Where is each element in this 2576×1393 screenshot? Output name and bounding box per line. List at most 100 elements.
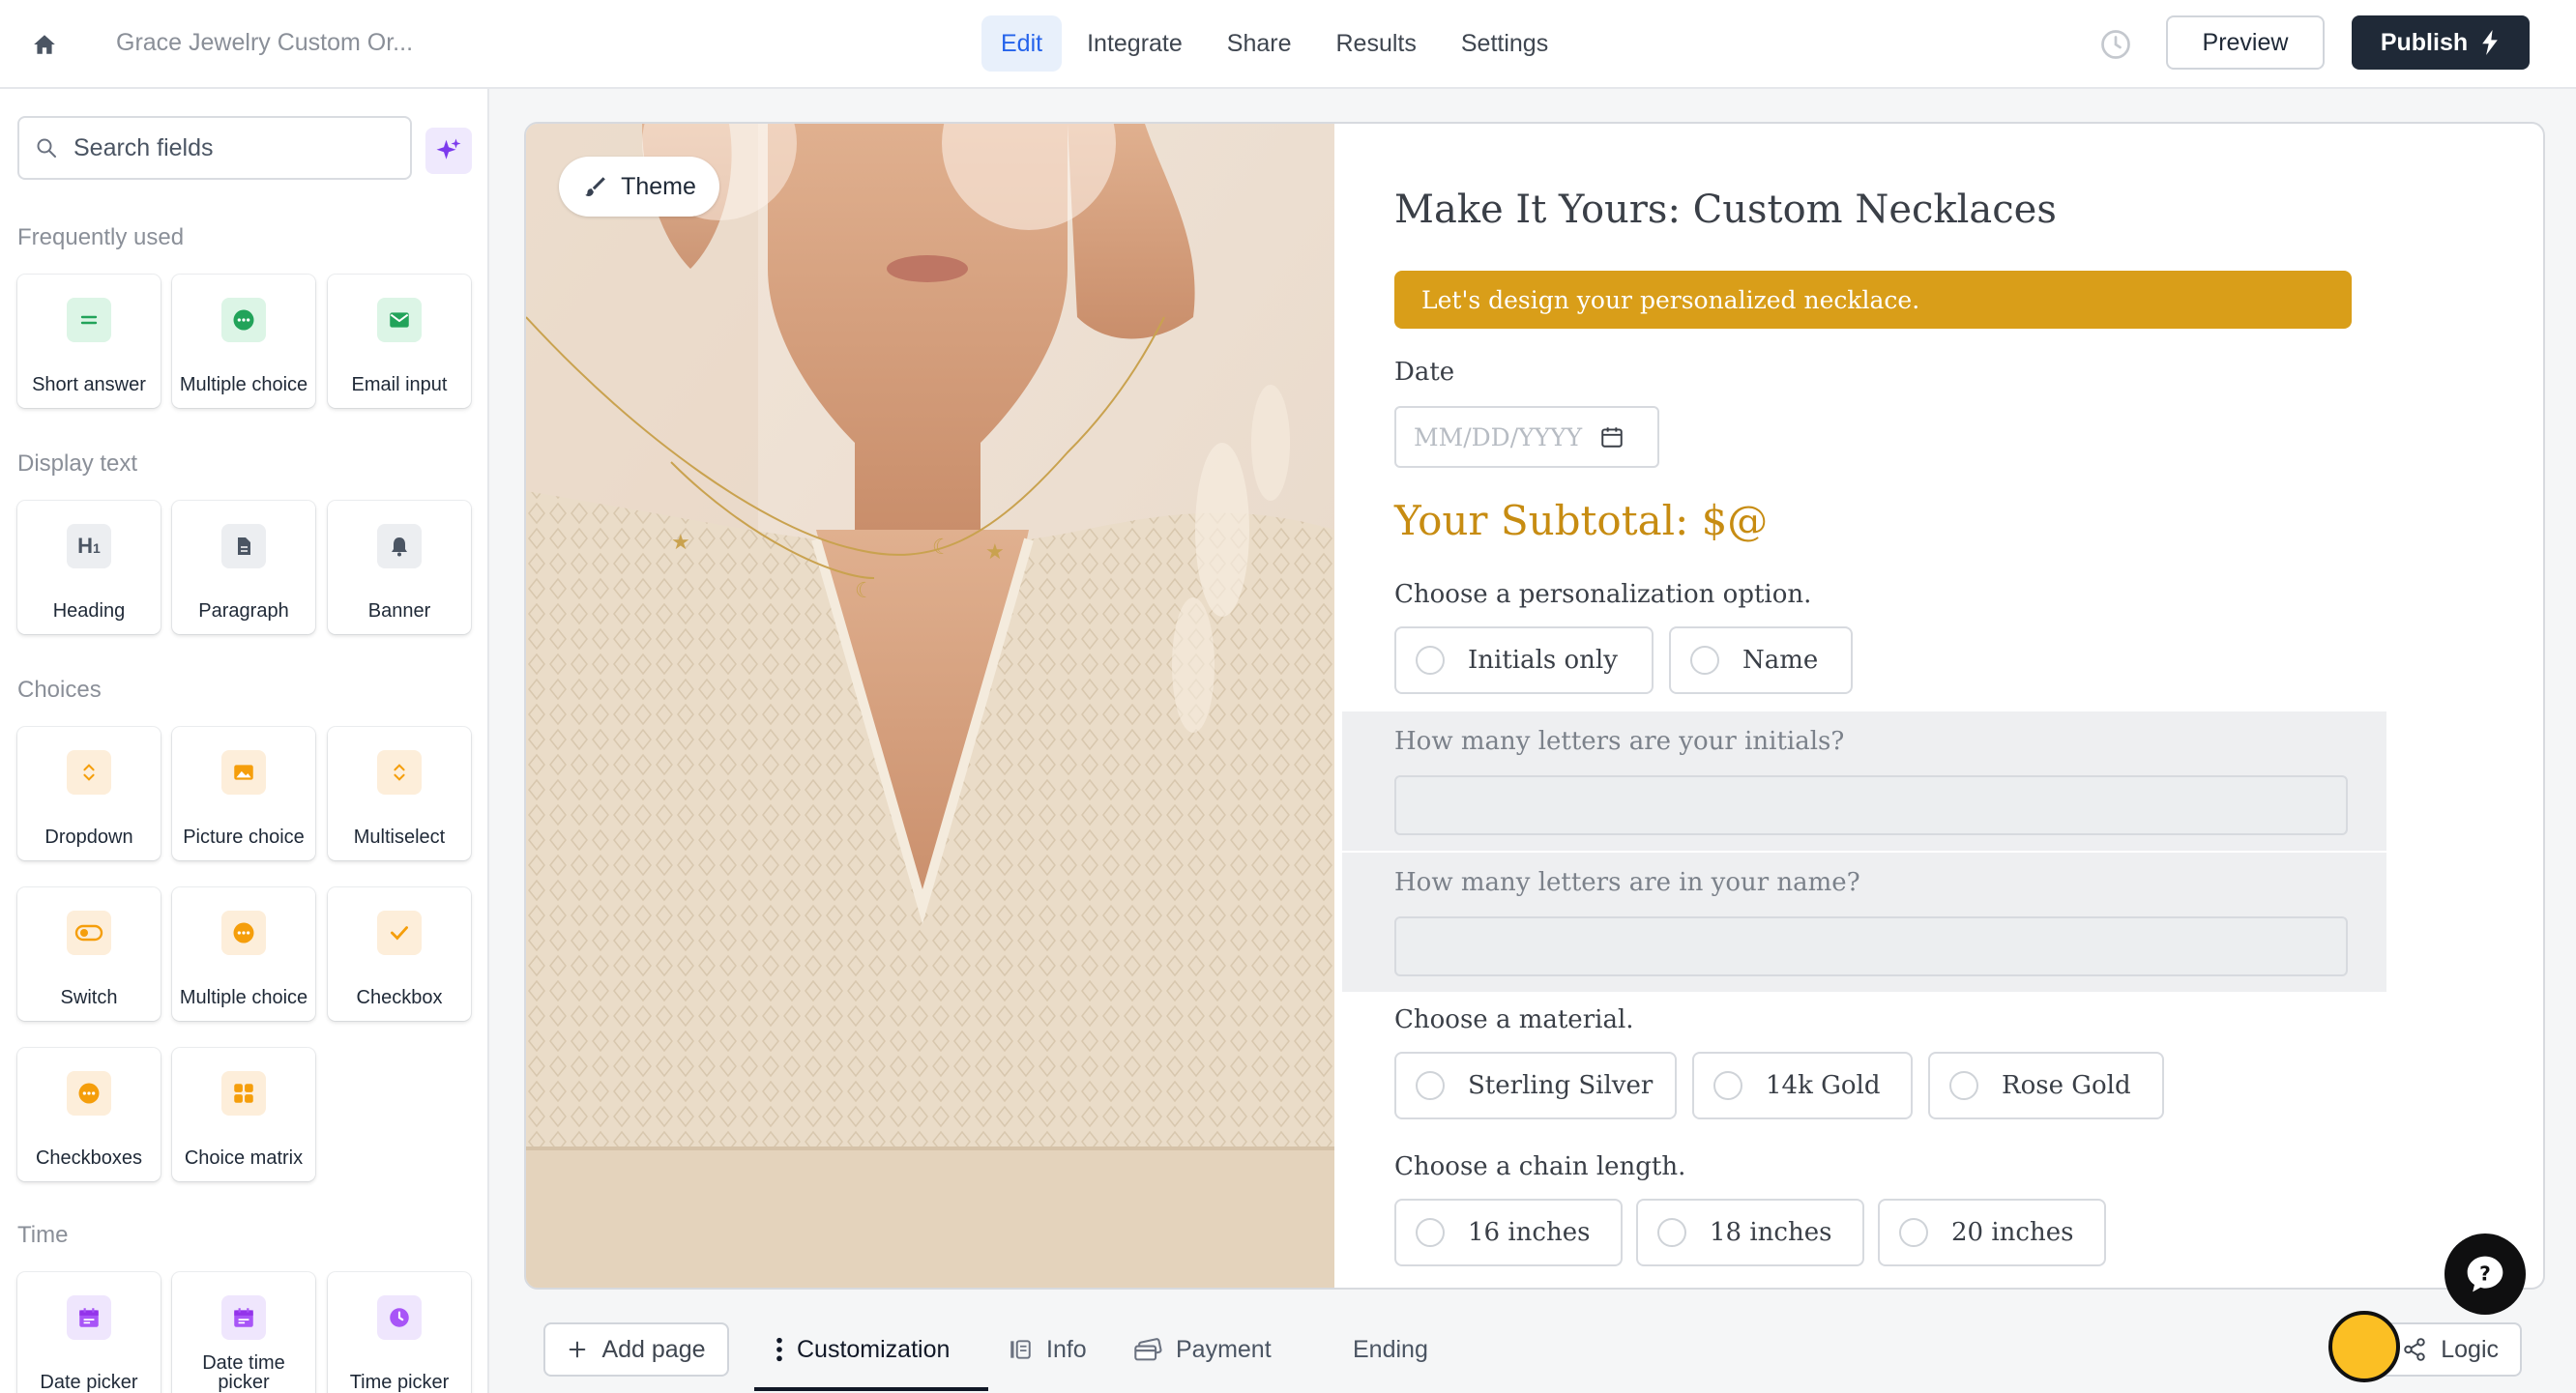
initials-question-block[interactable]: How many letters are your initials? [1342, 711, 2386, 851]
chain-length-label: Choose a chain length. [1394, 1152, 1686, 1181]
search-field-box[interactable] [17, 116, 412, 180]
field-choice-matrix[interactable]: Choice matrix [172, 1048, 315, 1181]
field-banner[interactable]: Banner [328, 501, 471, 634]
name-question: How many letters are in your name? [1394, 868, 1860, 897]
necklace-model-photo: ★ ☾ ★ ☾ [526, 124, 1334, 1288]
page-tab-label: Info [1046, 1335, 1087, 1363]
option-16-inches[interactable]: 16 inches [1394, 1199, 1623, 1266]
theme-label: Theme [621, 172, 696, 200]
option-rose-gold[interactable]: Rose Gold [1928, 1052, 2164, 1119]
check-icon [377, 911, 422, 955]
field-label: Choice matrix [184, 1147, 304, 1169]
plus-icon [570, 1341, 586, 1358]
field-paragraph[interactable]: Paragraph [172, 501, 315, 634]
form-title[interactable]: Grace Jewelry Custom Or... [116, 29, 413, 57]
page-tab-info[interactable]: Info [1008, 1322, 1087, 1377]
sparkle-icon [436, 138, 461, 160]
field-label: Date time picker [202, 1352, 285, 1393]
field-multiple-choice[interactable]: Multiple choice [172, 275, 315, 408]
page-tab-label: Ending [1353, 1335, 1428, 1363]
theme-button[interactable]: Theme [559, 157, 719, 217]
date-input[interactable]: MM/DD/YYYY [1394, 406, 1659, 468]
field-label: Time picker [349, 1372, 450, 1393]
field-date-time-picker[interactable]: Date time picker [172, 1272, 315, 1393]
section-choices: Choices [17, 677, 102, 703]
checkboxes-icon [67, 1071, 111, 1116]
field-date-picker[interactable]: Date picker [17, 1272, 161, 1393]
lightning-icon [2482, 30, 2498, 55]
home-icon [34, 35, 55, 54]
option-label: Initials only [1468, 646, 1618, 675]
switch-icon [67, 911, 111, 955]
field-heading[interactable]: H1 Heading [17, 501, 161, 634]
page-tab-ending[interactable]: Ending [1353, 1322, 1428, 1377]
picture-icon [221, 750, 266, 795]
short-answer-icon [67, 298, 111, 342]
personalization-label: Choose a personalization option. [1394, 580, 1812, 609]
field-switch[interactable]: Switch [17, 887, 161, 1021]
field-label: Dropdown [44, 827, 133, 848]
field-multiple-choice-2[interactable]: Multiple choice [172, 887, 315, 1021]
field-label: Date picker [40, 1372, 138, 1393]
tab-settings[interactable]: Settings [1442, 15, 1567, 72]
tab-results[interactable]: Results [1317, 15, 1436, 72]
dropdown-icon [67, 750, 111, 795]
option-14k-gold[interactable]: 14k Gold [1692, 1052, 1913, 1119]
svg-text:★: ★ [671, 531, 690, 555]
tab-share[interactable]: Share [1208, 15, 1311, 72]
section-frequently-used: Frequently used [17, 224, 185, 250]
radio-circle [1416, 1218, 1445, 1247]
field-time-picker[interactable]: Time picker [328, 1272, 471, 1393]
option-label: 18 inches [1710, 1218, 1832, 1247]
ai-sparkle-button[interactable] [425, 128, 472, 174]
page-tab-payment[interactable]: Payment [1133, 1322, 1272, 1377]
form-heading[interactable]: Make It Yours: Custom Necklaces [1394, 188, 2057, 232]
publish-button[interactable]: Publish [2352, 15, 2530, 70]
option-name[interactable]: Name [1669, 626, 1853, 694]
paragraph-icon [221, 524, 266, 568]
radio-circle [1949, 1071, 1978, 1100]
preview-button[interactable]: Preview [2166, 15, 2325, 70]
calendar-icon [1601, 427, 1623, 448]
option-20-inches[interactable]: 20 inches [1878, 1199, 2106, 1266]
add-page-button[interactable]: Add page [543, 1322, 729, 1377]
page-tab-customization[interactable]: Customization [776, 1322, 950, 1377]
form-banner[interactable]: Let's design your personalized necklace. [1394, 271, 2352, 329]
option-initials-only[interactable]: Initials only [1394, 626, 1654, 694]
option-sterling-silver[interactable]: Sterling Silver [1394, 1052, 1677, 1119]
field-picture-choice[interactable]: Picture choice [172, 727, 315, 860]
search-input[interactable] [73, 133, 383, 162]
home-button[interactable] [25, 25, 64, 64]
initials-input[interactable] [1394, 775, 2348, 835]
field-short-answer[interactable]: Short answer [17, 275, 161, 408]
initials-question: How many letters are your initials? [1394, 727, 1845, 756]
page-tab-label: Customization [797, 1335, 951, 1363]
form-preview: Make It Yours: Custom Necklaces Let's de… [1334, 124, 2543, 1288]
matrix-icon [221, 1071, 266, 1116]
option-label: Rose Gold [2002, 1071, 2131, 1100]
calendar-time-icon [221, 1295, 266, 1340]
radio-circle [1416, 646, 1445, 675]
field-checkboxes[interactable]: Checkboxes [17, 1048, 161, 1181]
name-input[interactable] [1394, 916, 2348, 976]
more-vertical-icon[interactable] [776, 1336, 783, 1363]
info-form-icon [1010, 1340, 1031, 1359]
page-tabs-bar: Add page Customization Info Payment Endi… [489, 1305, 2576, 1393]
subtotal-text: Your Subtotal: $@ [1394, 497, 1769, 544]
field-label: Picture choice [183, 827, 305, 848]
svg-text:☾: ☾ [855, 579, 874, 603]
name-question-block[interactable]: How many letters are in your name? [1342, 853, 2386, 992]
search-icon [37, 138, 56, 158]
tab-integrate[interactable]: Integrate [1068, 15, 1202, 72]
field-dropdown[interactable]: Dropdown [17, 727, 161, 860]
field-checkbox[interactable]: Checkbox [328, 887, 471, 1021]
tab-edit[interactable]: Edit [981, 15, 1063, 72]
help-chat-button[interactable]: ? [2444, 1233, 2526, 1315]
option-label: 16 inches [1468, 1218, 1591, 1247]
history-clock-icon[interactable] [2098, 27, 2133, 62]
field-multiselect[interactable]: Multiselect [328, 727, 471, 860]
field-email-input[interactable]: Email input [328, 275, 471, 408]
option-18-inches[interactable]: 18 inches [1636, 1199, 1864, 1266]
field-label: Multiple choice [179, 374, 308, 395]
material-label: Choose a material. [1394, 1005, 1634, 1034]
